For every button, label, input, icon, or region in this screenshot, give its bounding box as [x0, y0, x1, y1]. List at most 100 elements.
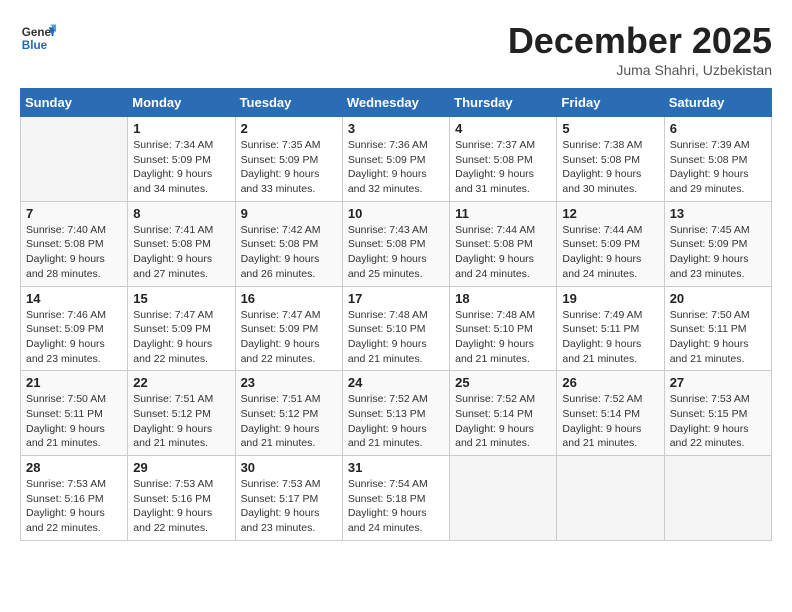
- calendar-cell: 21 Sunrise: 7:50 AMSunset: 5:11 PMDayligh…: [21, 371, 128, 456]
- day-number: 7: [26, 206, 122, 221]
- day-info: Sunrise: 7:42 AMSunset: 5:08 PMDaylight:…: [241, 223, 337, 282]
- day-info: Sunrise: 7:54 AMSunset: 5:18 PMDaylight:…: [348, 477, 444, 536]
- day-number: 20: [670, 291, 766, 306]
- day-number: 18: [455, 291, 551, 306]
- day-number: 19: [562, 291, 658, 306]
- weekday-header: Saturday: [664, 89, 771, 117]
- calendar-cell: 10 Sunrise: 7:43 AMSunset: 5:08 PMDayligh…: [342, 201, 449, 286]
- calendar-cell: 9 Sunrise: 7:42 AMSunset: 5:08 PMDaylight…: [235, 201, 342, 286]
- day-info: Sunrise: 7:47 AMSunset: 5:09 PMDaylight:…: [241, 308, 337, 367]
- day-number: 27: [670, 375, 766, 390]
- day-info: Sunrise: 7:39 AMSunset: 5:08 PMDaylight:…: [670, 138, 766, 197]
- svg-text:Blue: Blue: [22, 39, 48, 52]
- day-info: Sunrise: 7:52 AMSunset: 5:14 PMDaylight:…: [455, 392, 551, 451]
- day-number: 11: [455, 206, 551, 221]
- day-info: Sunrise: 7:36 AMSunset: 5:09 PMDaylight:…: [348, 138, 444, 197]
- day-info: Sunrise: 7:48 AMSunset: 5:10 PMDaylight:…: [455, 308, 551, 367]
- day-number: 3: [348, 121, 444, 136]
- day-info: Sunrise: 7:46 AMSunset: 5:09 PMDaylight:…: [26, 308, 122, 367]
- day-number: 29: [133, 460, 229, 475]
- calendar-cell: 3 Sunrise: 7:36 AMSunset: 5:09 PMDaylight…: [342, 117, 449, 202]
- day-info: Sunrise: 7:43 AMSunset: 5:08 PMDaylight:…: [348, 223, 444, 282]
- logo-icon: General Blue: [20, 20, 56, 56]
- day-info: Sunrise: 7:51 AMSunset: 5:12 PMDaylight:…: [241, 392, 337, 451]
- day-number: 21: [26, 375, 122, 390]
- title-block: December 2025 Juma Shahri, Uzbekistan: [508, 20, 772, 78]
- calendar-cell: [450, 456, 557, 541]
- weekday-header: Monday: [128, 89, 235, 117]
- day-info: Sunrise: 7:53 AMSunset: 5:16 PMDaylight:…: [133, 477, 229, 536]
- calendar-cell: 8 Sunrise: 7:41 AMSunset: 5:08 PMDaylight…: [128, 201, 235, 286]
- day-number: 8: [133, 206, 229, 221]
- weekday-header: Friday: [557, 89, 664, 117]
- day-number: 5: [562, 121, 658, 136]
- calendar-week-row: 28Sunrise: 7:53 AMSunset: 5:16 PMDayligh…: [21, 456, 772, 541]
- calendar-cell: 13 Sunrise: 7:45 AMSunset: 5:09 PMDayligh…: [664, 201, 771, 286]
- day-number: 22: [133, 375, 229, 390]
- calendar-week-row: 14 Sunrise: 7:46 AMSunset: 5:09 PMDayligh…: [21, 286, 772, 371]
- day-number: 16: [241, 291, 337, 306]
- day-number: 25: [455, 375, 551, 390]
- day-number: 17: [348, 291, 444, 306]
- calendar-cell: 6Sunrise: 7:39 AMSunset: 5:08 PMDaylight…: [664, 117, 771, 202]
- header-row: SundayMondayTuesdayWednesdayThursdayFrid…: [21, 89, 772, 117]
- calendar-cell: [664, 456, 771, 541]
- calendar-cell: [557, 456, 664, 541]
- calendar-week-row: 21 Sunrise: 7:50 AMSunset: 5:11 PMDayligh…: [21, 371, 772, 456]
- day-number: 26: [562, 375, 658, 390]
- day-number: 14: [26, 291, 122, 306]
- day-number: 12: [562, 206, 658, 221]
- day-number: 31: [348, 460, 444, 475]
- day-info: Sunrise: 7:38 AMSunset: 5:08 PMDaylight:…: [562, 138, 658, 197]
- day-number: 13: [670, 206, 766, 221]
- day-number: 24: [348, 375, 444, 390]
- month-title: December 2025: [508, 20, 772, 62]
- calendar-cell: 24 Sunrise: 7:52 AMSunset: 5:13 PMDayligh…: [342, 371, 449, 456]
- day-info: Sunrise: 7:41 AMSunset: 5:08 PMDaylight:…: [133, 223, 229, 282]
- page-header: General Blue December 2025 Juma Shahri, …: [20, 20, 772, 78]
- calendar-cell: 7 Sunrise: 7:40 AMSunset: 5:08 PMDaylight…: [21, 201, 128, 286]
- calendar-cell: 4Sunrise: 7:37 AMSunset: 5:08 PMDaylight…: [450, 117, 557, 202]
- calendar-cell: 2 Sunrise: 7:35 AMSunset: 5:09 PMDaylight…: [235, 117, 342, 202]
- calendar-cell: 28Sunrise: 7:53 AMSunset: 5:16 PMDayligh…: [21, 456, 128, 541]
- day-info: Sunrise: 7:49 AMSunset: 5:11 PMDaylight:…: [562, 308, 658, 367]
- calendar-cell: 12 Sunrise: 7:44 AMSunset: 5:09 PMDayligh…: [557, 201, 664, 286]
- calendar-cell: [21, 117, 128, 202]
- day-info: Sunrise: 7:50 AMSunset: 5:11 PMDaylight:…: [26, 392, 122, 451]
- day-info: Sunrise: 7:45 AMSunset: 5:09 PMDaylight:…: [670, 223, 766, 282]
- calendar-cell: 20 Sunrise: 7:50 AMSunset: 5:11 PMDayligh…: [664, 286, 771, 371]
- day-info: Sunrise: 7:48 AMSunset: 5:10 PMDaylight:…: [348, 308, 444, 367]
- day-info: Sunrise: 7:35 AMSunset: 5:09 PMDaylight:…: [241, 138, 337, 197]
- calendar-cell: 14 Sunrise: 7:46 AMSunset: 5:09 PMDayligh…: [21, 286, 128, 371]
- weekday-header: Thursday: [450, 89, 557, 117]
- day-info: Sunrise: 7:50 AMSunset: 5:11 PMDaylight:…: [670, 308, 766, 367]
- day-info: Sunrise: 7:53 AMSunset: 5:15 PMDaylight:…: [670, 392, 766, 451]
- day-info: Sunrise: 7:47 AMSunset: 5:09 PMDaylight:…: [133, 308, 229, 367]
- weekday-header: Wednesday: [342, 89, 449, 117]
- calendar-table: SundayMondayTuesdayWednesdayThursdayFrid…: [20, 88, 772, 541]
- day-number: 4: [455, 121, 551, 136]
- calendar-cell: 18 Sunrise: 7:48 AMSunset: 5:10 PMDayligh…: [450, 286, 557, 371]
- day-number: 10: [348, 206, 444, 221]
- day-info: Sunrise: 7:52 AMSunset: 5:14 PMDaylight:…: [562, 392, 658, 451]
- day-number: 1: [133, 121, 229, 136]
- day-number: 2: [241, 121, 337, 136]
- calendar-cell: 31 Sunrise: 7:54 AMSunset: 5:18 PMDayligh…: [342, 456, 449, 541]
- day-info: Sunrise: 7:52 AMSunset: 5:13 PMDaylight:…: [348, 392, 444, 451]
- calendar-cell: 19 Sunrise: 7:49 AMSunset: 5:11 PMDayligh…: [557, 286, 664, 371]
- calendar-week-row: 1 Sunrise: 7:34 AMSunset: 5:09 PMDaylight…: [21, 117, 772, 202]
- day-number: 9: [241, 206, 337, 221]
- day-number: 15: [133, 291, 229, 306]
- day-info: Sunrise: 7:44 AMSunset: 5:09 PMDaylight:…: [562, 223, 658, 282]
- calendar-cell: 5 Sunrise: 7:38 AMSunset: 5:08 PMDaylight…: [557, 117, 664, 202]
- day-info: Sunrise: 7:40 AMSunset: 5:08 PMDaylight:…: [26, 223, 122, 282]
- calendar-cell: 23 Sunrise: 7:51 AMSunset: 5:12 PMDayligh…: [235, 371, 342, 456]
- calendar-cell: 27 Sunrise: 7:53 AMSunset: 5:15 PMDayligh…: [664, 371, 771, 456]
- day-info: Sunrise: 7:34 AMSunset: 5:09 PMDaylight:…: [133, 138, 229, 197]
- day-info: Sunrise: 7:44 AMSunset: 5:08 PMDaylight:…: [455, 223, 551, 282]
- calendar-cell: 30Sunrise: 7:53 AMSunset: 5:17 PMDayligh…: [235, 456, 342, 541]
- day-info: Sunrise: 7:53 AMSunset: 5:17 PMDaylight:…: [241, 477, 337, 536]
- calendar-cell: 29 Sunrise: 7:53 AMSunset: 5:16 PMDayligh…: [128, 456, 235, 541]
- day-number: 23: [241, 375, 337, 390]
- calendar-cell: 22Sunrise: 7:51 AMSunset: 5:12 PMDayligh…: [128, 371, 235, 456]
